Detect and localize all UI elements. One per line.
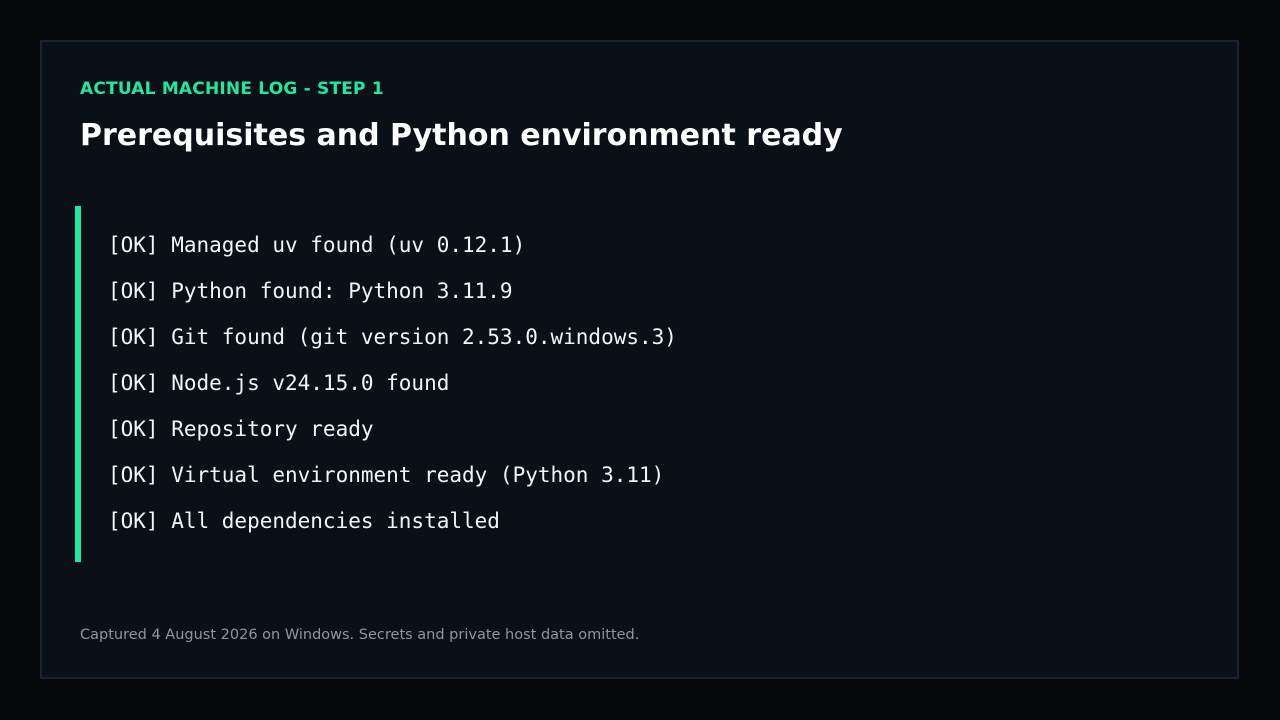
log-line: [OK] Managed uv found (uv 0.12.1): [108, 233, 526, 257]
log-line: [OK] Repository ready: [108, 417, 374, 441]
page-title: Prerequisites and Python environment rea…: [80, 118, 843, 153]
log-block: [OK] Managed uv found (uv 0.12.1) [OK] P…: [75, 206, 975, 562]
log-line: [OK] Git found (git version 2.53.0.windo…: [108, 325, 677, 349]
log-line: [OK] All dependencies installed: [108, 509, 500, 533]
log-line: [OK] Virtual environment ready (Python 3…: [108, 463, 665, 487]
capture-footnote: Captured 4 August 2026 on Windows. Secre…: [80, 627, 640, 643]
log-card: ACTUAL MACHINE LOG - STEP 1 Prerequisite…: [40, 40, 1239, 679]
log-lines: [OK] Managed uv found (uv 0.12.1) [OK] P…: [108, 222, 677, 544]
log-line: [OK] Python found: Python 3.11.9: [108, 279, 513, 303]
log-line: [OK] Node.js v24.15.0 found: [108, 371, 450, 395]
step-eyebrow: ACTUAL MACHINE LOG - STEP 1: [80, 79, 384, 99]
accent-bar: [75, 206, 81, 562]
